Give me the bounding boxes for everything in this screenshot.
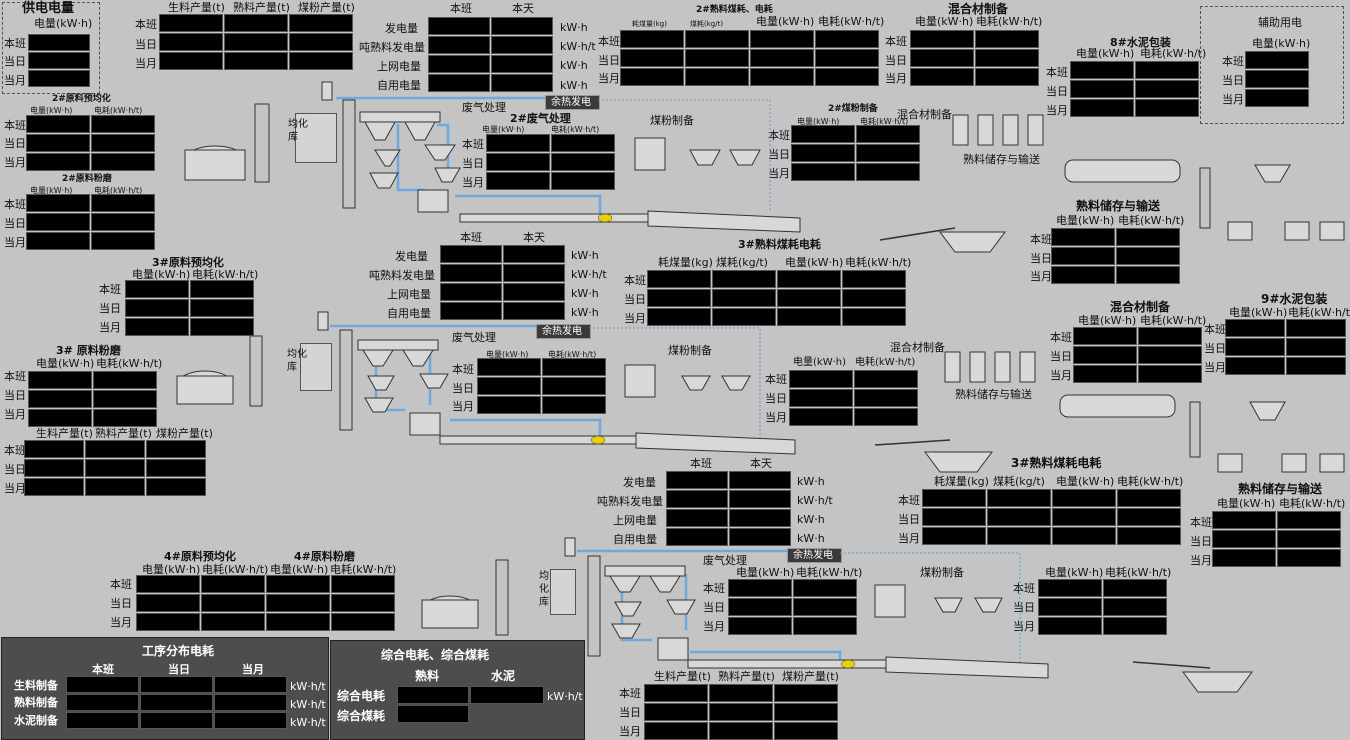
process-diagram	[176, 81, 1345, 693]
